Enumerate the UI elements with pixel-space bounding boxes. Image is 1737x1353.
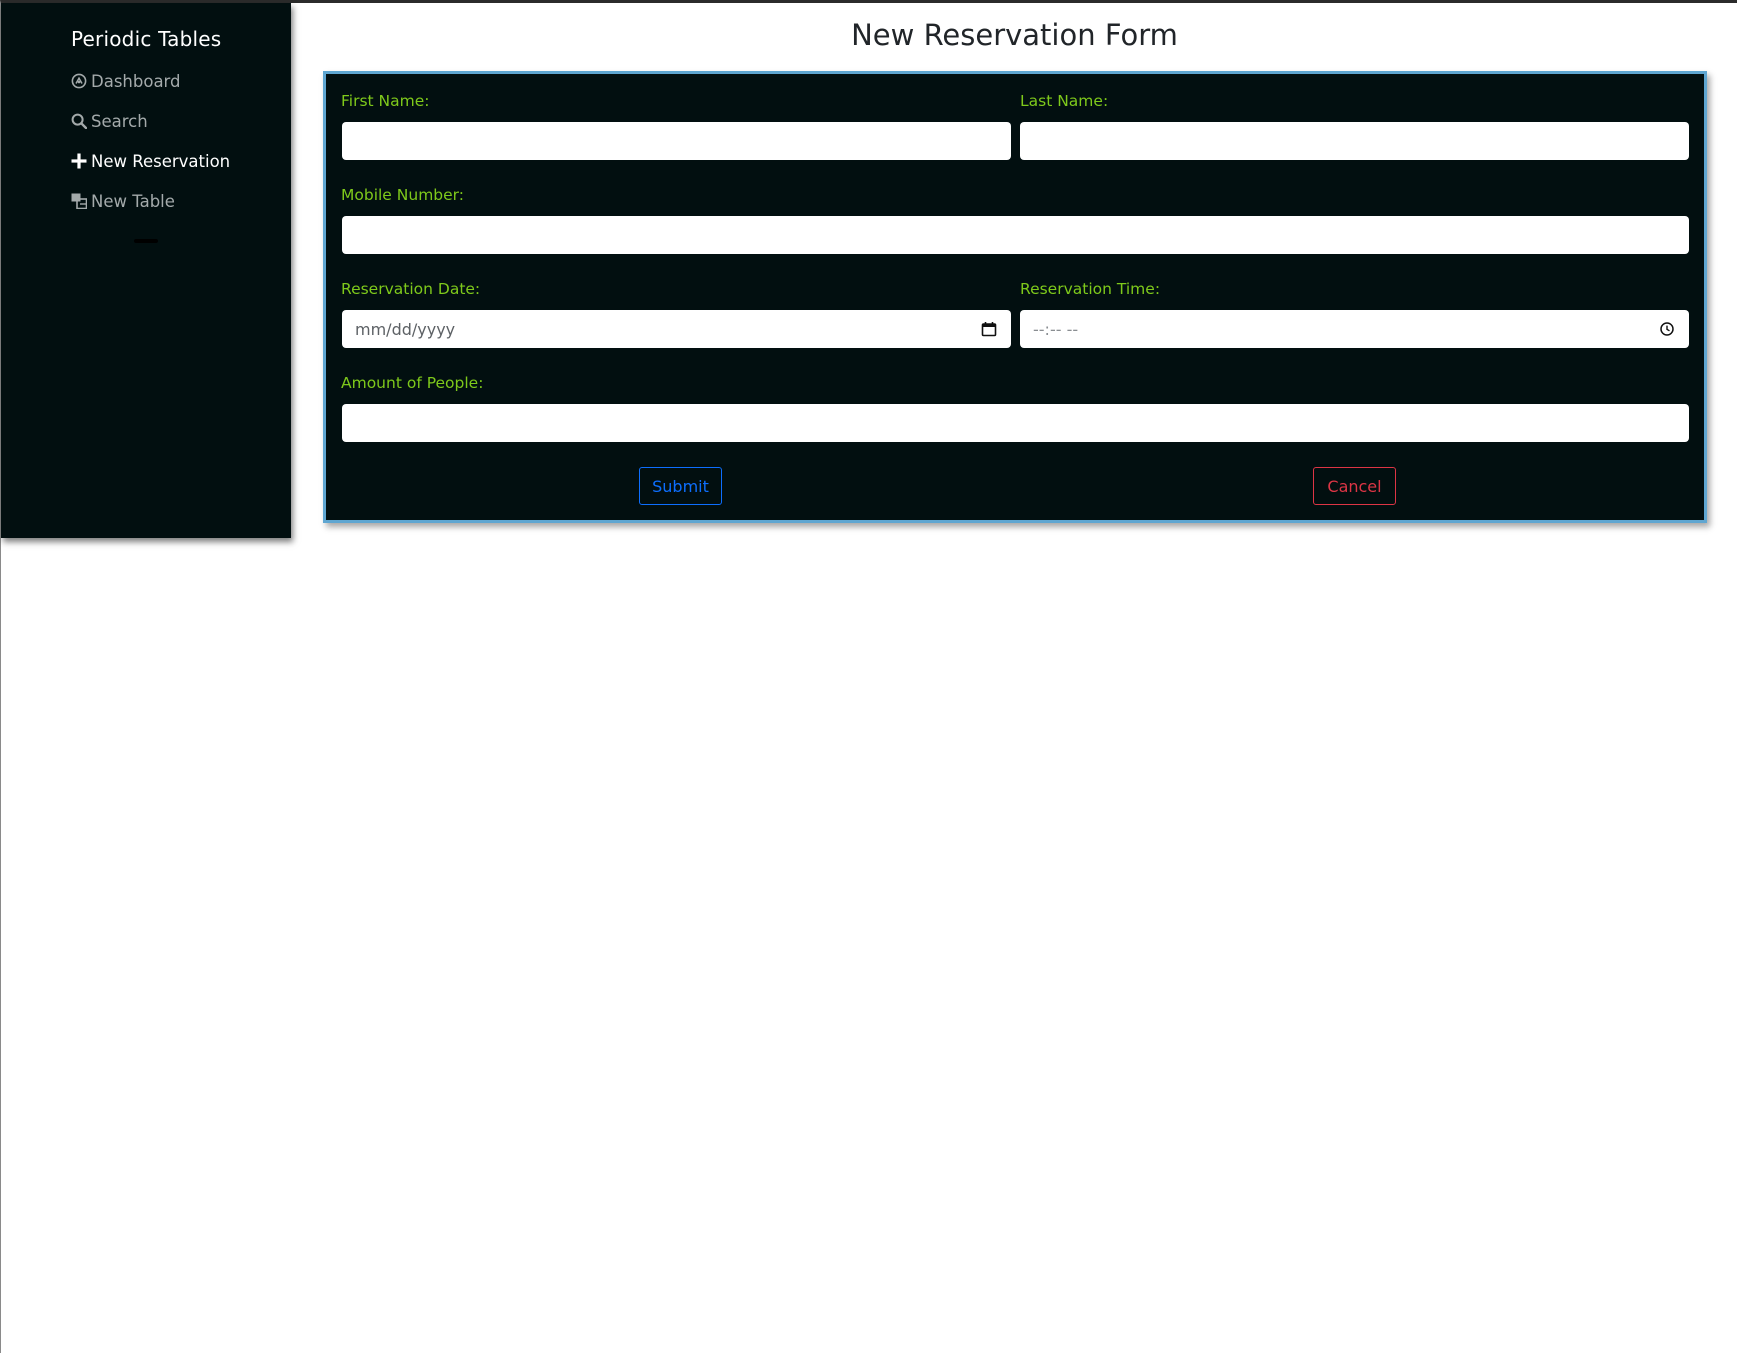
nav-item-new-table[interactable]: New Table [70,189,175,213]
plus-icon [70,153,87,170]
cancel-button[interactable]: Cancel [1313,467,1396,505]
sidebar: Periodic Tables Dashboard Search New Res… [1,3,291,538]
first-name-label: First Name: [341,92,430,110]
search-icon [70,113,87,130]
table-icon [70,193,87,210]
reservation-form: First Name: Last Name: Mobile Number: Re… [323,71,1707,523]
nav-item-search[interactable]: Search [70,109,148,133]
submit-button[interactable]: Submit [639,467,722,505]
nav-item-label: New Reservation [91,151,231,171]
page-title: New Reservation Form [851,18,1178,52]
first-name-input[interactable] [342,122,1011,160]
mobile-number-label: Mobile Number: [341,186,464,204]
calendar-icon[interactable] [980,320,998,338]
time-placeholder: --:-- -- [1033,319,1079,339]
last-name-label: Last Name: [1020,92,1109,110]
clock-icon[interactable] [1658,320,1676,338]
amount-of-people-label: Amount of People: [341,374,484,392]
mobile-number-input[interactable] [342,216,1689,254]
reservation-time-input[interactable]: --:-- -- [1020,310,1689,348]
date-placeholder: mm/dd/yyyy [355,319,456,339]
nav-item-label: New Table [91,191,175,211]
reservation-date-label: Reservation Date: [341,280,481,298]
last-name-input[interactable] [1020,122,1689,160]
nav-item-label: Search [91,111,148,131]
dashboard-icon [70,73,87,90]
amount-of-people-input[interactable] [342,404,1689,442]
reservation-time-label: Reservation Time: [1020,280,1161,298]
brand-title[interactable]: Periodic Tables [71,27,221,51]
page: Periodic Tables Dashboard Search New Res… [0,0,1737,1353]
reservation-date-input[interactable]: mm/dd/yyyy [342,310,1011,348]
nav-item-dashboard[interactable]: Dashboard [70,69,181,93]
nav-item-new-reservation[interactable]: New Reservation [70,149,230,173]
sidebar-toggle-handle[interactable] [134,239,158,243]
nav-item-label: Dashboard [91,71,181,91]
